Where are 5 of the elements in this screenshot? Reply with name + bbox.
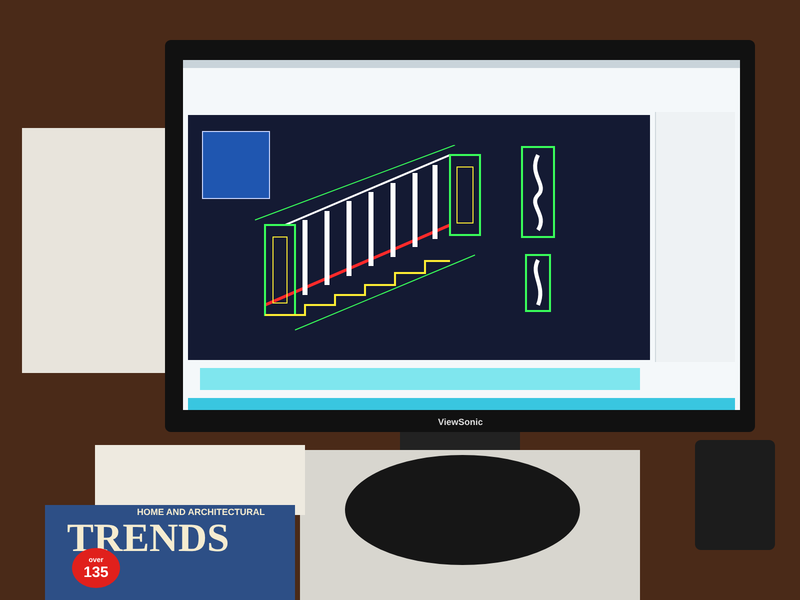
sticker-number: 135 [83,564,109,580]
swatch-square [202,131,270,199]
magazine-title: TRENDS [67,518,230,558]
magazine-kicker: HOME AND ARCHITECTURAL [137,507,265,518]
monitor-brand: ViewSonic [438,416,483,429]
